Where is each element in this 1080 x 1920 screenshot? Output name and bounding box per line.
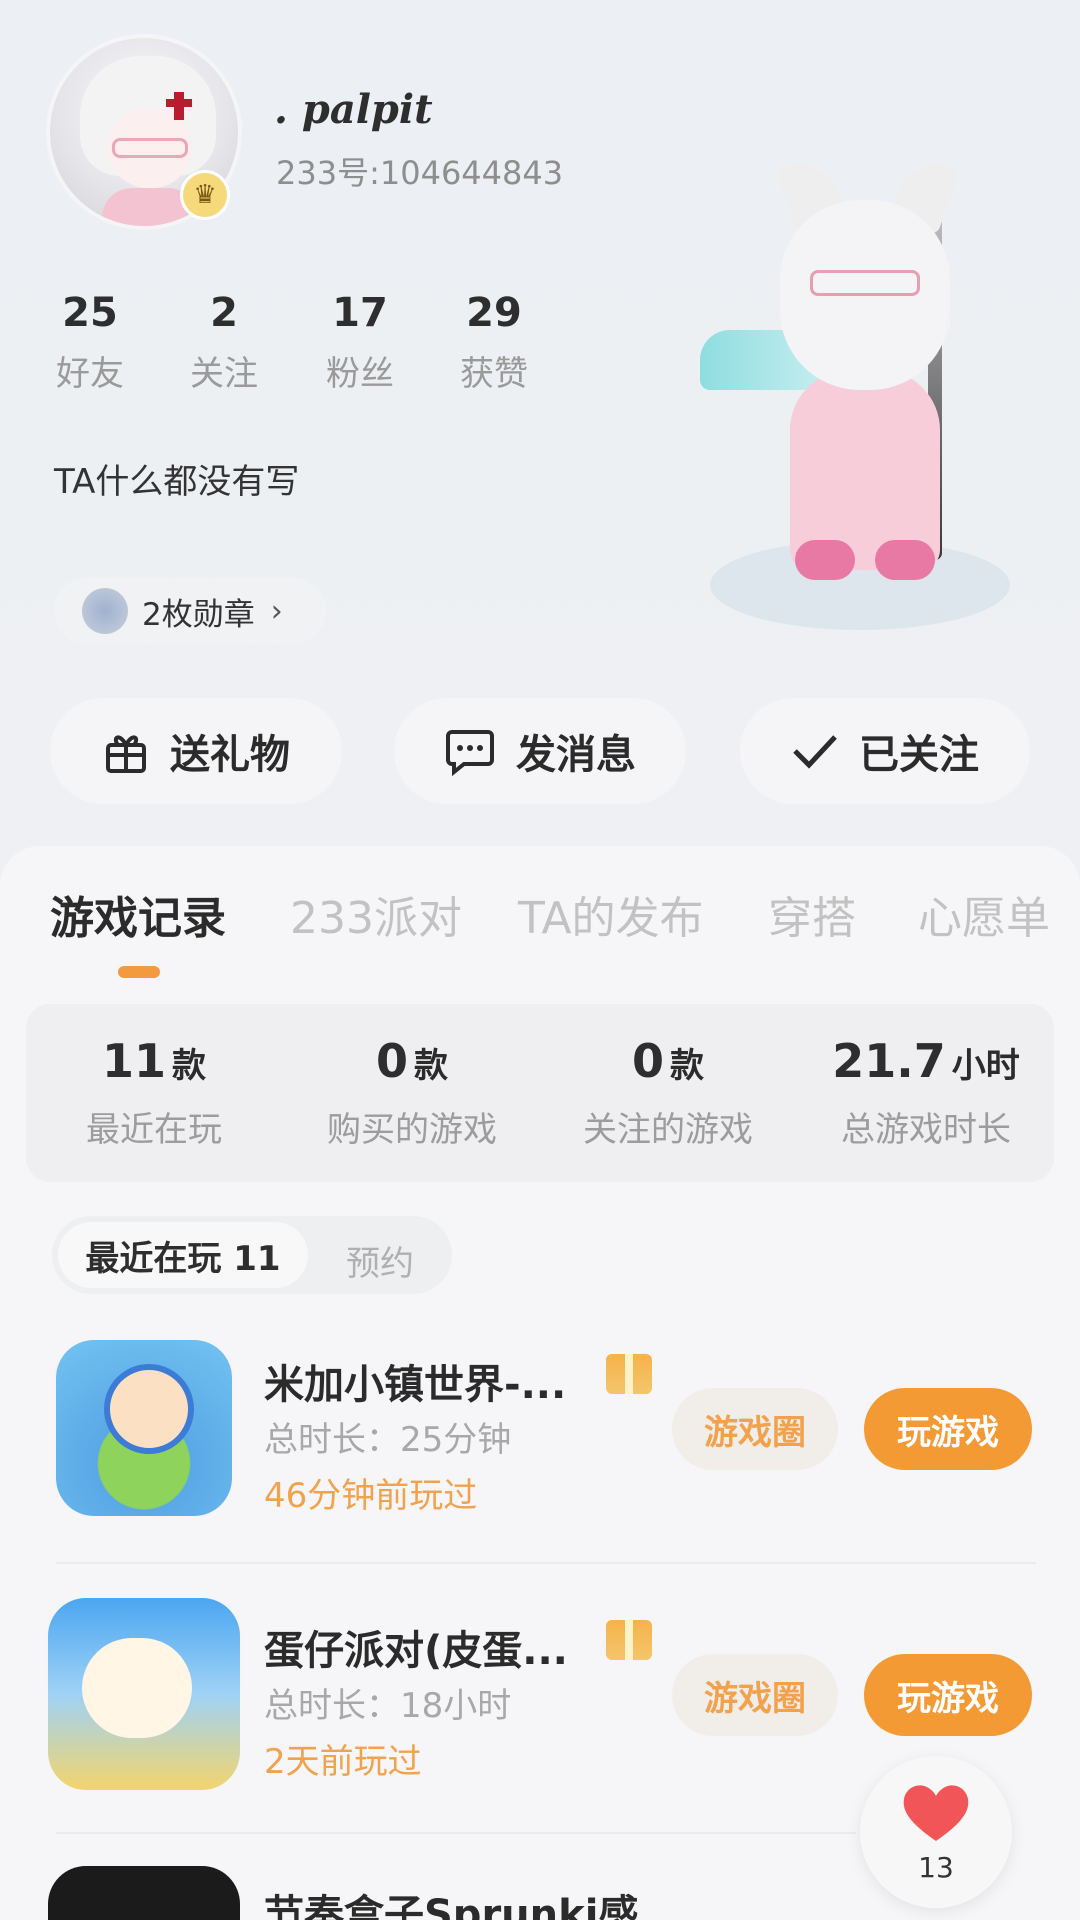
stat-label: 关注 — [190, 354, 258, 394]
summary-unit: 款 — [414, 1046, 448, 1086]
subtab-reservation[interactable]: 预约 — [346, 1236, 414, 1285]
summary-label: 最近在玩 — [86, 1110, 222, 1150]
summary-followed-games[interactable]: 0款 关注的游戏 — [540, 1034, 796, 1151]
game-icon-sprunki[interactable] — [48, 1866, 240, 1920]
game-circle-button[interactable]: 游戏圈 — [672, 1388, 838, 1470]
checkmark-icon — [793, 735, 837, 769]
game-title[interactable]: 节奏盒子Sprunki感... — [264, 1882, 684, 1920]
crown-badge-icon: ♛ — [180, 170, 230, 220]
tab-game-records[interactable]: 游戏记录 — [50, 882, 226, 946]
tab-233-party[interactable]: 233派对 — [290, 882, 462, 946]
heart-icon — [903, 1784, 969, 1841]
gift-icon — [106, 735, 146, 773]
summary-label: 购买的游戏 — [327, 1110, 497, 1150]
game-title[interactable]: 米加小镇世界-... — [264, 1352, 566, 1410]
stat-friends[interactable]: 25 好友 — [30, 290, 150, 395]
stat-number: 25 — [62, 290, 118, 336]
followed-label: 已关注 — [859, 732, 979, 778]
stat-label: 获赞 — [460, 354, 528, 394]
followed-button[interactable]: 已关注 — [740, 698, 1030, 804]
user-id: 233号:104644843 — [276, 154, 564, 192]
summary-value: 11 — [101, 1034, 166, 1088]
send-gift-button[interactable]: 送礼物 — [50, 698, 342, 804]
game-icon-eggy-party[interactable] — [48, 1598, 240, 1790]
game-title[interactable]: 蛋仔派对(皮蛋... — [264, 1618, 568, 1676]
game-duration: 总时长：18小时 — [264, 1686, 512, 1726]
summary-unit: 款 — [172, 1046, 206, 1086]
bio-text: TA什么都没有写 — [54, 462, 300, 502]
send-message-button[interactable]: 发消息 — [394, 698, 686, 804]
stat-number: 29 — [466, 290, 522, 336]
stat-label: 粉丝 — [326, 354, 394, 394]
chat-bubble-icon — [446, 730, 494, 776]
like-button[interactable]: 13 — [860, 1756, 1012, 1908]
gift-box-icon — [606, 1620, 652, 1660]
stat-number: 17 — [332, 290, 388, 336]
gift-box-icon — [606, 1354, 652, 1394]
game-icon-miga[interactable] — [56, 1340, 232, 1516]
stat-likes[interactable]: 29 获赞 — [434, 290, 554, 395]
summary-purchased[interactable]: 0款 购买的游戏 — [284, 1034, 540, 1151]
summary-total-time[interactable]: 21.7 小时 总游戏时长 — [798, 1034, 1054, 1151]
tab-indicator — [118, 966, 160, 978]
row-divider — [56, 1562, 1036, 1564]
subtab-recent[interactable]: 最近在玩 11 — [58, 1222, 308, 1288]
summary-label: 总游戏时长 — [841, 1110, 1011, 1150]
play-game-button[interactable]: 玩游戏 — [864, 1388, 1032, 1470]
username: . palpit — [274, 86, 433, 133]
summary-unit: 款 — [670, 1046, 704, 1086]
summary-value: 0 — [375, 1034, 408, 1088]
summary-recent[interactable]: 11 款 最近在玩 — [26, 1034, 282, 1151]
medal-icon — [82, 588, 128, 634]
send-gift-label: 送礼物 — [170, 732, 290, 778]
stat-fans[interactable]: 17 粉丝 — [300, 290, 420, 395]
medals-button[interactable]: 2枚勋章 › — [54, 578, 326, 644]
play-game-button[interactable]: 玩游戏 — [864, 1654, 1032, 1736]
like-count: 13 — [918, 1850, 954, 1884]
chevron-right-icon: › — [270, 593, 283, 629]
row-divider — [56, 1832, 856, 1834]
summary-value: 0 — [631, 1034, 664, 1088]
tab-ta-posts[interactable]: TA的发布 — [518, 882, 704, 946]
stat-following[interactable]: 2 关注 — [164, 290, 284, 395]
send-message-label: 发消息 — [516, 732, 636, 778]
stat-label: 好友 — [56, 354, 124, 394]
game-last-played: 2天前玩过 — [264, 1742, 422, 1782]
tab-wishlist[interactable]: 心愿单 — [918, 882, 1050, 946]
summary-value: 21.7 — [832, 1034, 946, 1088]
game-circle-button[interactable]: 游戏圈 — [672, 1654, 838, 1736]
game-last-played: 46分钟前玩过 — [264, 1476, 478, 1516]
medals-label: 2枚勋章 — [142, 596, 255, 633]
stat-number: 2 — [210, 290, 238, 336]
avatar-3d-figure[interactable] — [700, 153, 1040, 640]
summary-unit: 小时 — [951, 1046, 1020, 1086]
game-duration: 总时长：25分钟 — [264, 1420, 512, 1460]
summary-label: 关注的游戏 — [583, 1110, 753, 1150]
tab-outfits[interactable]: 穿搭 — [768, 882, 856, 946]
